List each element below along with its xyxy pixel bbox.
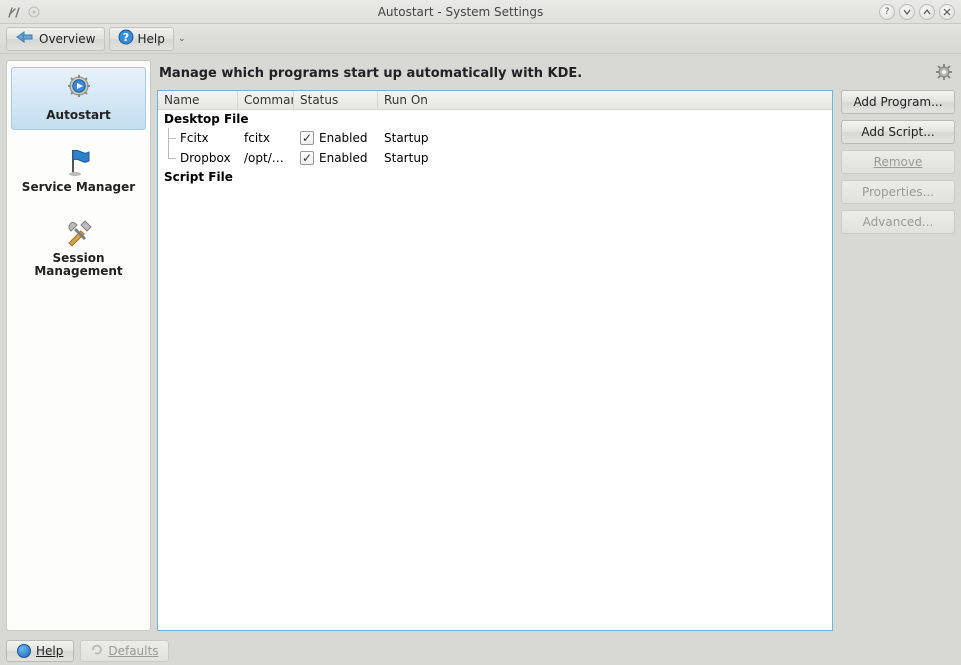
entry-status: Enabled	[319, 151, 368, 165]
window-title: Autostart - System Settings	[42, 5, 879, 19]
content-area: Manage which programs start up automatic…	[157, 60, 955, 631]
advanced-button: Advanced...	[841, 210, 955, 234]
entry-name: Dropbox	[180, 151, 231, 165]
sidebar-item-service-manager[interactable]: Service Manager	[11, 140, 146, 201]
footer: Help Defaults	[0, 637, 961, 665]
app-icon	[6, 4, 22, 20]
secondary-app-icon	[26, 4, 42, 20]
titlebar: Autostart - System Settings ?	[0, 0, 961, 24]
sidebar-item-autostart[interactable]: Autostart	[11, 67, 146, 130]
action-buttons: Add Program... Add Script... Remove Prop…	[841, 90, 955, 631]
add-program-button[interactable]: Add Program...	[841, 90, 955, 114]
column-command[interactable]: Command	[238, 91, 294, 109]
entry-run-on: Startup	[378, 151, 832, 165]
close-button[interactable]	[939, 4, 955, 20]
tree-branch-icon	[158, 148, 180, 168]
tools-icon	[63, 217, 95, 249]
help-label: Help	[138, 32, 165, 46]
sidebar-item-session-management[interactable]: Session Management	[11, 211, 146, 286]
footer-defaults-label: Defaults	[108, 644, 158, 658]
help-menu-button[interactable]: ? Help	[109, 27, 174, 51]
column-name[interactable]: Name	[158, 91, 238, 109]
footer-defaults-button: Defaults	[80, 640, 169, 662]
play-gear-icon	[63, 74, 95, 106]
autostart-entry[interactable]: Dropbox /opt/… ✓ Enabled Startup	[158, 148, 832, 168]
svg-text:?: ?	[122, 31, 128, 44]
autostart-tree[interactable]: Name Command Status Run On Desktop File …	[157, 90, 833, 631]
column-status[interactable]: Status	[294, 91, 378, 109]
help-dropdown-arrow-icon[interactable]: ⌄	[178, 34, 186, 44]
remove-button: Remove	[841, 150, 955, 174]
sidebar-item-label: Autostart	[46, 109, 110, 123]
enabled-checkbox[interactable]: ✓	[300, 151, 314, 165]
entry-status: Enabled	[319, 131, 368, 145]
help-icon: ?	[118, 29, 134, 48]
help-icon	[17, 644, 31, 658]
footer-help-label: Help	[36, 644, 63, 658]
settings-gear-button[interactable]	[935, 64, 953, 82]
context-help-button[interactable]: ?	[879, 4, 895, 20]
group-desktop-file[interactable]: Desktop File	[158, 110, 832, 128]
entry-command: fcitx	[238, 131, 294, 145]
maximize-button[interactable]	[919, 4, 935, 20]
back-arrow-icon	[15, 30, 35, 47]
entry-command: /opt/…	[238, 151, 294, 165]
entry-run-on: Startup	[378, 131, 832, 145]
minimize-button[interactable]	[899, 4, 915, 20]
enabled-checkbox[interactable]: ✓	[300, 131, 314, 145]
add-script-button[interactable]: Add Script...	[841, 120, 955, 144]
tree-branch-icon	[158, 128, 180, 148]
column-run-on[interactable]: Run On	[378, 91, 832, 109]
remove-label: Remove	[874, 155, 923, 169]
sidebar-item-label: Service Manager	[22, 181, 135, 195]
column-headers: Name Command Status Run On	[158, 91, 832, 110]
overview-label: Overview	[39, 32, 96, 46]
sidebar: Autostart Service Manager	[6, 60, 151, 631]
toolbar: Overview ? Help ⌄	[0, 24, 961, 54]
reload-icon	[91, 644, 103, 659]
overview-button[interactable]: Overview	[6, 27, 105, 51]
footer-help-button[interactable]: Help	[6, 640, 74, 662]
sidebar-item-label: Session Management	[13, 252, 144, 280]
entry-name: Fcitx	[180, 131, 209, 145]
page-heading: Manage which programs start up automatic…	[159, 66, 935, 81]
properties-button: Properties...	[841, 180, 955, 204]
gear-icon	[936, 64, 952, 83]
autostart-entry[interactable]: Fcitx fcitx ✓ Enabled Startup	[158, 128, 832, 148]
group-script-file[interactable]: Script File	[158, 168, 832, 186]
flag-icon	[63, 146, 95, 178]
